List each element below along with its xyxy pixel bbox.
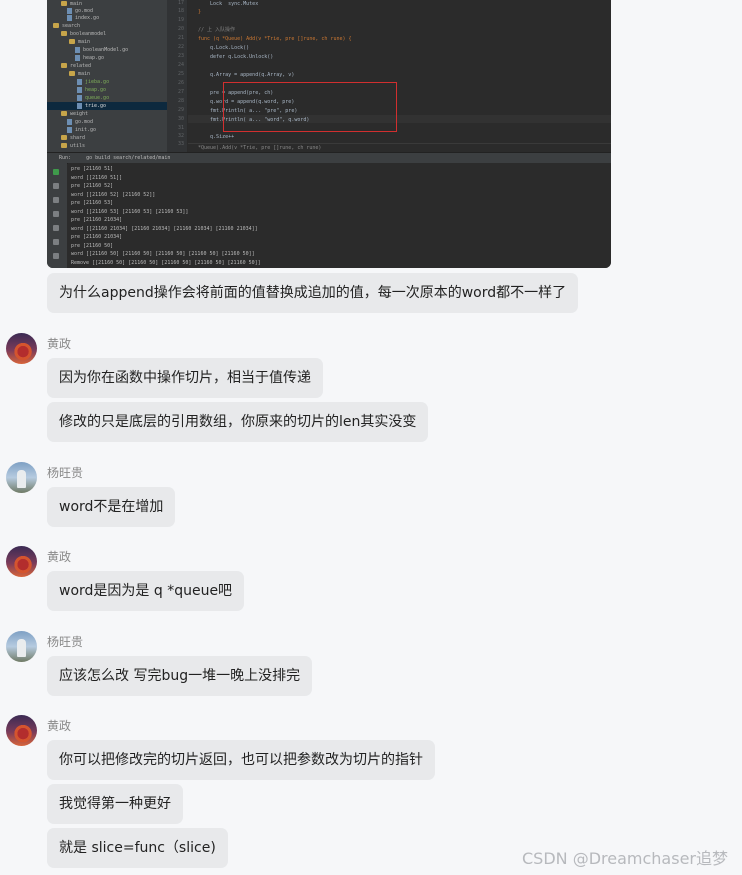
sender-name: 黄政 [47, 337, 72, 351]
console-line: pre [21160 53] [71, 200, 114, 206]
console-line: Remove [[21160 50] [21160 50] [21160 50]… [71, 259, 261, 266]
tree-item: shard [61, 134, 85, 142]
tree-item: utils [61, 142, 85, 150]
line-number: 18 [177, 8, 184, 14]
run-console: pre [21160 51] word [[21160 51]] pre [21… [68, 163, 611, 268]
watermark: CSDN @Dreamchaser追梦 [522, 849, 728, 868]
message-bubble: 修改的只是底层的引用数组，你原来的切片的len其实没变 [47, 402, 429, 442]
message-bubble: 为什么append操作会将前面的值替换成追加的值，每一次原本的word都不一样了 [47, 273, 579, 313]
sender-name: 杨旺贵 [47, 466, 84, 480]
avatar[interactable] [6, 333, 37, 364]
message-bubble: word不是在增加 [47, 487, 176, 527]
tree-item: main [69, 38, 90, 46]
line-number: 25 [177, 71, 184, 77]
line-number: 20 [177, 26, 184, 32]
line-number: 33 [177, 141, 184, 147]
run-label: Run: [59, 155, 72, 161]
console-line: word [[21160 52] [21160 52]] [71, 191, 156, 198]
console-line: word [[21160 50] [21160 50] [21160 50] [… [71, 251, 255, 257]
sender-name: 黄政 [47, 550, 72, 564]
pin-icon [53, 239, 59, 245]
run-side-toolbar [47, 163, 67, 268]
tree-item: heap.go [75, 54, 104, 62]
code-line: func (q *Queue) Add(v *Trie, pre []rune,… [198, 36, 352, 42]
code-line: Lock sync.Mutex [198, 1, 259, 7]
tree-item: init.go [67, 126, 96, 134]
console-line: pre [21160 51] [71, 166, 114, 172]
soft-wrap-icon [53, 211, 59, 217]
message-bubble: 因为你在函数中操作切片，相当于值传递 [47, 358, 323, 398]
avatar[interactable] [6, 546, 37, 577]
line-number: 22 [177, 44, 184, 50]
line-number: 24 [177, 62, 184, 68]
tree-item: weight [61, 110, 88, 118]
console-line: pre [21160 50] [71, 242, 114, 249]
message-bubble: 我觉得第一种更好 [47, 784, 183, 824]
tree-item: jieba.go [77, 78, 109, 86]
project-tree: main go.mod index.go search booleanmodel… [47, 0, 168, 152]
line-number: 32 [177, 133, 184, 139]
tree-item: booleanmodel [61, 30, 106, 38]
console-line: word [[21160 21034] [21160 21034] [21160… [71, 225, 258, 232]
line-number: 26 [177, 80, 184, 86]
line-number: 30 [177, 116, 184, 122]
print-icon [53, 225, 59, 231]
line-number-gutter: 17 18 19 20 21 22 23 24 25 26 27 28 29 3… [167, 0, 188, 152]
sender-name: 杨旺贵 [47, 635, 84, 649]
console-line: pre [21160 52] [71, 183, 114, 189]
tree-item: go.mod [67, 118, 93, 126]
sender-name: 黄政 [47, 719, 72, 733]
line-number: 19 [177, 17, 184, 23]
line-number: 27 [177, 89, 184, 95]
tree-item: index.go [67, 14, 99, 22]
avatar[interactable] [6, 631, 37, 662]
avatar[interactable] [6, 462, 37, 493]
code-line: q.Lock.Lock() [198, 45, 250, 51]
line-number: 29 [177, 107, 184, 113]
run-config-tab: go build search/related/main [86, 155, 171, 161]
code-line: // 上 入队操作 [198, 27, 236, 33]
console-line: word [[21160 53] [21160 53] [21160 53]] [71, 208, 189, 215]
avatar[interactable] [6, 715, 37, 746]
wrench-icon [53, 183, 59, 189]
message-bubble: 应该怎么改 写完bug一堆一晚上没排完 [47, 656, 313, 696]
red-annotation-box [223, 82, 397, 132]
code-line: defer q.Lock.Unlock() [198, 54, 274, 60]
code-line: q.Size++ [198, 134, 235, 140]
line-number: 17 [177, 0, 184, 6]
stop-icon [53, 197, 59, 203]
tree-item-selected: trie.go [47, 102, 167, 110]
ide-screenshot-image: main go.mod index.go search booleanmodel… [47, 0, 611, 268]
tree-item: main [69, 70, 90, 78]
console-line: pre [21160 21034] [71, 217, 123, 223]
tree-item: queue.go [77, 94, 109, 102]
line-number: 21 [177, 35, 184, 41]
tree-item: search [53, 22, 80, 30]
rerun-icon [53, 169, 59, 175]
code-line: } [198, 9, 202, 15]
message-bubble: word是因为是 q *queue吧 [47, 571, 245, 611]
console-line: pre [21160 21034] [71, 234, 123, 240]
message-bubble: 就是 slice=func（slice) [47, 828, 228, 868]
tree-item: heap.go [77, 86, 106, 94]
message-bubble: 你可以把修改完的切片返回，也可以把参数改为切片的指针 [47, 740, 435, 780]
console-line: word [[21160 51]] [71, 174, 123, 181]
line-number: 23 [177, 53, 184, 59]
line-number: 28 [177, 98, 184, 104]
tree-item: related [61, 62, 91, 70]
code-line: q.Array = append(q.Array, v) [198, 72, 295, 78]
code-editor: Lock sync.Mutex } // 上 入队操作 func (q *Que… [188, 0, 611, 152]
line-number: 31 [177, 125, 184, 131]
tree-item: booleanModel.go [75, 46, 128, 54]
trash-icon [53, 253, 59, 259]
